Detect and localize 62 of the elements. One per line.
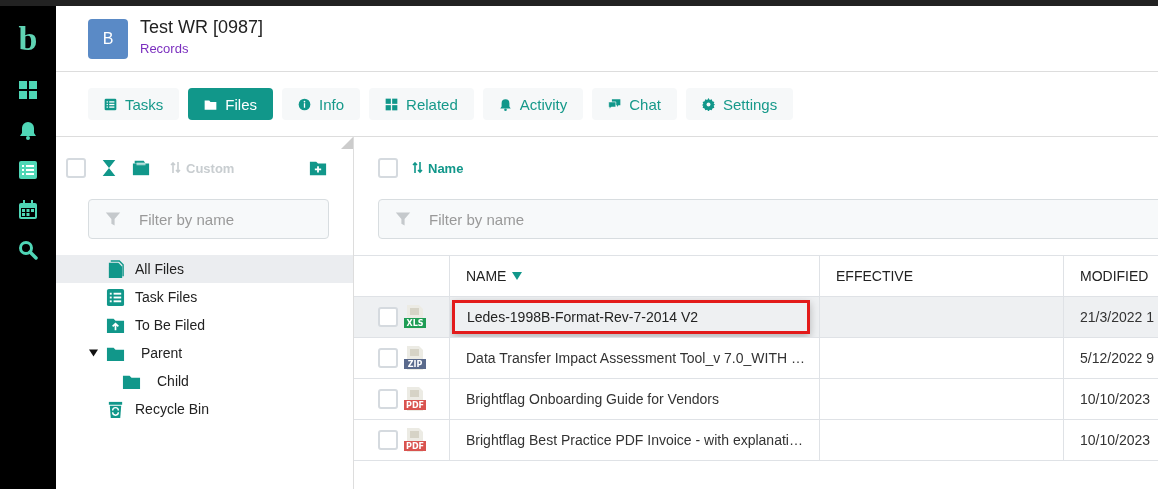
- notifications-icon[interactable]: [18, 120, 38, 140]
- resize-handle[interactable]: [341, 137, 353, 149]
- tree-item[interactable]: All Files: [56, 255, 353, 283]
- document-icon: [106, 259, 125, 279]
- tree-label: To Be Filed: [135, 317, 206, 333]
- sort-icon: [170, 162, 181, 174]
- hourglass-icon[interactable]: [100, 159, 118, 177]
- list-icon: [104, 97, 117, 111]
- checkbox[interactable]: [378, 348, 398, 368]
- tree-label: Recycle Bin: [135, 401, 209, 417]
- grid-icon: [385, 97, 399, 111]
- tree-label: Parent: [141, 345, 183, 361]
- tree-label: Child: [157, 373, 189, 389]
- chat-icon: [608, 97, 622, 111]
- date-text: 5/12/2022 9: [1080, 350, 1154, 366]
- tree-item[interactable]: To Be Filed: [56, 311, 353, 339]
- search-icon[interactable]: [18, 240, 38, 260]
- column-header[interactable]: NAME: [466, 268, 523, 284]
- checkbox[interactable]: [378, 158, 398, 178]
- filter-icon: [105, 211, 121, 227]
- date-text: 10/10/2023: [1080, 432, 1151, 448]
- new-folder-icon[interactable]: [309, 159, 327, 177]
- app-logo[interactable]: b: [18, 24, 38, 54]
- file-icon[interactable]: PDF: [404, 428, 426, 452]
- file-name[interactable]: Brightflag Best Practice PDF Invoice - with explanati…: [450, 432, 803, 448]
- checkbox[interactable]: [378, 389, 398, 409]
- list-icon[interactable]: [18, 160, 38, 180]
- tab[interactable]: Files: [188, 88, 273, 120]
- tree-label: Task Files: [135, 289, 198, 305]
- sort-icon: [412, 162, 423, 174]
- file-name[interactable]: Brightflag Onboarding Guide for Vendors: [450, 391, 719, 407]
- list-icon: [106, 287, 125, 307]
- tree-item[interactable]: Child: [56, 367, 353, 395]
- checkbox[interactable]: [378, 430, 398, 450]
- rename-field[interactable]: Ledes-1998B-Format-Rev-7-2014 V2: [452, 300, 810, 334]
- caret-icon[interactable]: [89, 349, 98, 357]
- column-header[interactable]: EFFECTIVE: [836, 268, 913, 284]
- dashboard-icon[interactable]: [18, 80, 38, 100]
- tree-item[interactable]: Recycle Bin: [56, 395, 353, 423]
- filter-field[interactable]: Filter by name: [378, 199, 1158, 239]
- recycle-bin-icon: [106, 399, 125, 419]
- record-title: Test WR [0987]: [140, 17, 264, 38]
- checkbox[interactable]: [378, 307, 398, 327]
- tree-label: All Files: [135, 261, 184, 277]
- filter-icon: [395, 211, 411, 227]
- tree-item[interactable]: Task Files: [56, 283, 353, 311]
- avatar: B: [88, 18, 128, 59]
- sort-button[interactable]: Name: [412, 160, 464, 176]
- tree-item[interactable]: Parent: [56, 339, 353, 367]
- calendar-icon[interactable]: [18, 200, 38, 220]
- bell-icon: [498, 97, 512, 111]
- settings-icon: [701, 97, 715, 111]
- file-icon[interactable]: PDF: [404, 387, 426, 411]
- folder-icon[interactable]: [132, 159, 150, 177]
- breadcrumb-link[interactable]: Records: [140, 41, 264, 56]
- file-icon[interactable]: ZIP: [404, 346, 426, 370]
- file-name[interactable]: Data Transfer Impact Assessment Tool_v 7.0_WITH …: [450, 350, 805, 366]
- info-icon: [298, 97, 311, 111]
- checkbox[interactable]: [66, 158, 86, 178]
- filter-field[interactable]: Filter by name: [88, 199, 329, 239]
- date-text: 21/3/2022 1: [1080, 309, 1154, 325]
- date-text: 10/10/2023: [1080, 391, 1151, 407]
